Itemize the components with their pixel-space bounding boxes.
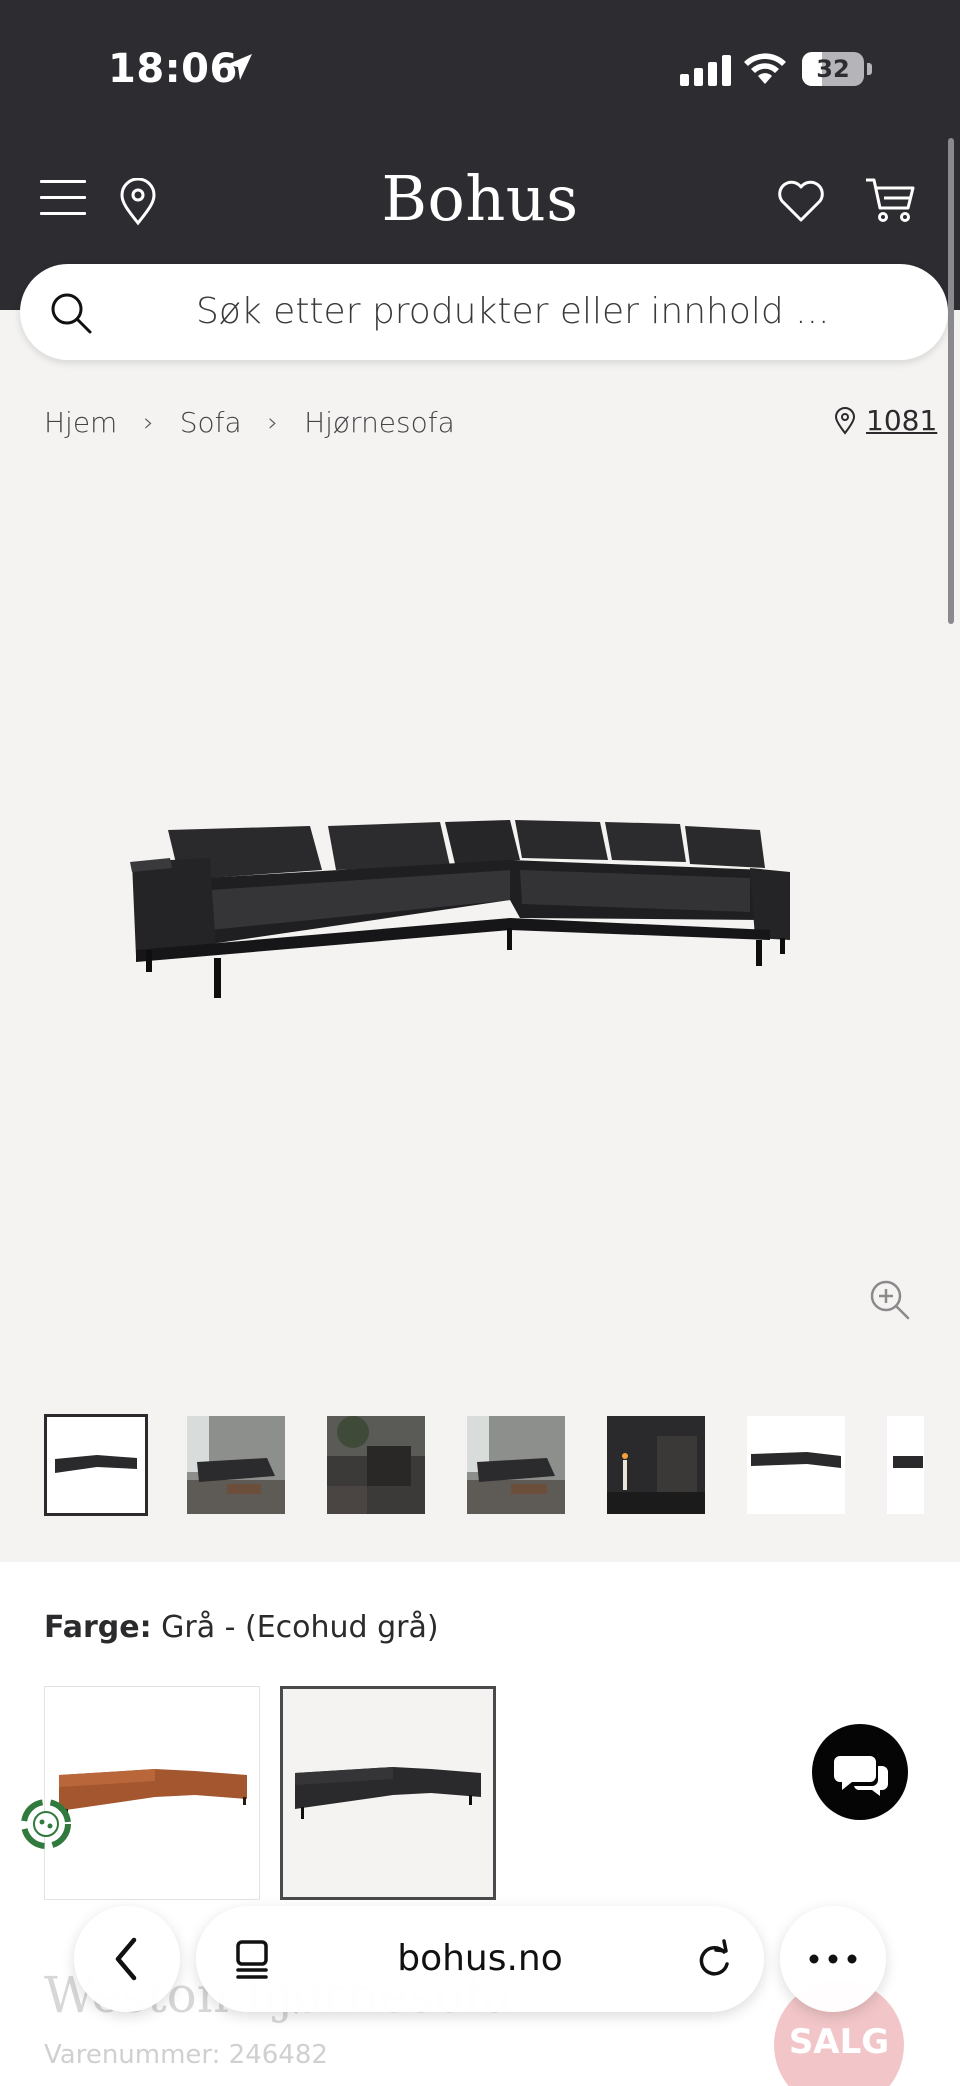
battery-level: 32: [816, 55, 850, 83]
browser-more-button[interactable]: [780, 1906, 886, 2012]
thumbnail-5[interactable]: [607, 1416, 705, 1514]
thumbnail-7[interactable]: [887, 1416, 924, 1514]
menu-icon[interactable]: [40, 180, 86, 216]
store-location-icon[interactable]: [118, 178, 158, 226]
thumbnail-strip[interactable]: [44, 1414, 924, 1516]
chat-button[interactable]: [812, 1724, 908, 1820]
map-pin-icon: [834, 406, 856, 435]
eco-recycle-icon[interactable]: [14, 1792, 78, 1856]
thumbnail-4[interactable]: [467, 1416, 565, 1514]
zoom-in-icon[interactable]: [868, 1278, 912, 1322]
product-image[interactable]: [110, 800, 840, 1060]
more-dots-icon: [809, 1954, 857, 1964]
location-arrow-icon: [226, 54, 252, 80]
breadcrumb-sofa[interactable]: Sofa: [180, 406, 242, 439]
search-bar[interactable]: Søk etter produkter eller innhold ...: [20, 264, 948, 360]
wifi-icon: [744, 53, 786, 84]
battery-icon: 32: [802, 52, 872, 86]
browser-back-button[interactable]: [74, 1906, 180, 2012]
color-value: Grå - (Ecohud grå): [161, 1610, 439, 1645]
thumbnail-1[interactable]: [44, 1414, 148, 1516]
favorites-heart-icon[interactable]: [776, 178, 826, 224]
scrollbar[interactable]: [948, 138, 954, 624]
product-sku: Varenummer: 246482: [44, 2040, 328, 2070]
chevron-left-icon: [115, 1937, 137, 1981]
cart-icon[interactable]: [864, 176, 916, 224]
thumbnail-6[interactable]: [747, 1416, 845, 1514]
store-number[interactable]: 1081: [866, 404, 937, 437]
search-placeholder[interactable]: Søk etter produkter eller innhold ...: [196, 291, 830, 332]
reload-icon[interactable]: [694, 1938, 734, 1980]
status-time: 18:06: [108, 46, 238, 92]
bohus-logo[interactable]: Bohus: [330, 162, 630, 235]
browser-url[interactable]: bohus.no: [196, 1906, 764, 2012]
thumbnail-3[interactable]: [327, 1416, 425, 1514]
thumbnail-2[interactable]: [187, 1416, 285, 1514]
chevron-right-icon: ›: [143, 407, 154, 438]
chevron-right-icon: ›: [267, 407, 279, 438]
color-label: Farge: Grå - (Ecohud grå): [44, 1610, 439, 1645]
color-label-key: Farge:: [44, 1610, 152, 1645]
browser-address-bar[interactable]: bohus.no: [196, 1906, 764, 2012]
chat-bubbles-icon: [834, 1756, 888, 1796]
breadcrumb-corner-sofa[interactable]: Hjørnesofa: [304, 406, 455, 439]
breadcrumb: Hjem › Sofa › Hjørnesofa: [44, 406, 455, 439]
search-icon: [51, 293, 92, 334]
cellular-signal-icon: [680, 54, 731, 86]
store-selector[interactable]: 1081: [834, 404, 937, 437]
color-option-grey[interactable]: [280, 1686, 496, 1900]
breadcrumb-home[interactable]: Hjem: [44, 406, 117, 439]
